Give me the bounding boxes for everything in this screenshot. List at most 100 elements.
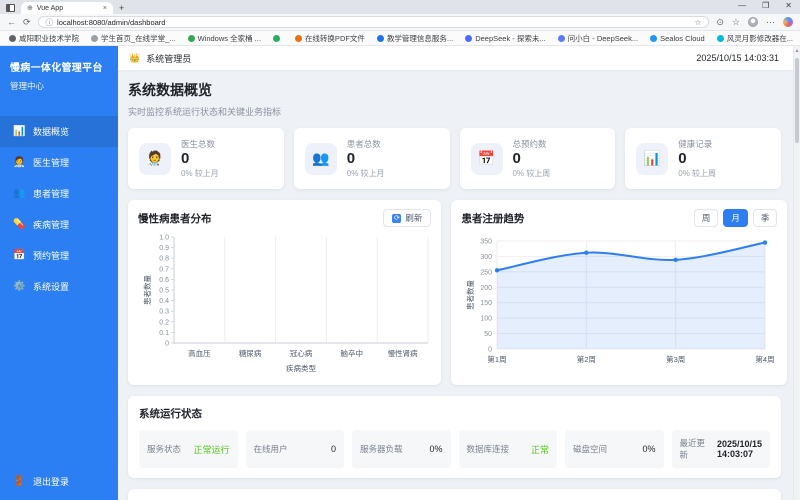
- sidebar-menu: 📊 数据概览 🧑‍⚕️ 医生管理 👥 患者管理 💊 疾病管理 📅 预约管理 ⚙️ 系统设置: [0, 116, 118, 465]
- scroll-up-icon[interactable]: ▲: [794, 46, 800, 54]
- copilot-icon[interactable]: [783, 17, 793, 27]
- trend-range-tabs: 周 月 季: [693, 209, 778, 227]
- tab-quarter[interactable]: 季: [752, 209, 778, 227]
- gear-icon: ⚙️: [13, 281, 26, 292]
- status-value: 0: [330, 444, 336, 454]
- url-text[interactable]: localhost:8080/admin/dashboard: [57, 18, 691, 27]
- tab-close-icon[interactable]: ×: [103, 5, 107, 12]
- svg-text:150: 150: [481, 300, 493, 307]
- svg-text:0.8: 0.8: [159, 256, 169, 263]
- page-scrollbar[interactable]: ▲: [793, 46, 800, 500]
- bookmark-item[interactable]: 问小白 - DeepSeek...: [557, 33, 639, 44]
- people-icon: 👥: [13, 188, 26, 199]
- status-online-users: 在线用户 0: [245, 430, 344, 468]
- dashboard-content: 系统数据概览 实时监控系统运行状态和关键业务指标 🧑‍⚕️ 医生总数 0 0% 较上…: [118, 70, 793, 500]
- status-value: 正常: [530, 444, 549, 455]
- bookmark-favicon: [716, 34, 724, 42]
- address-bar[interactable]: ⓘ localhost:8080/admin/dashboard ☆: [37, 16, 710, 28]
- bookmark-item[interactable]: 在线转换PDF文件: [294, 33, 365, 44]
- sidebar-item-label: 系统设置: [33, 282, 70, 292]
- bookmark-star-icon[interactable]: ☆: [695, 18, 702, 27]
- doctor-icon: 🧑‍⚕️: [139, 142, 171, 175]
- bookmark-item[interactable]: 咸阳职业技术学院: [9, 33, 79, 44]
- sidebar-item-appointments[interactable]: 📅 预约管理: [0, 240, 118, 271]
- svg-text:250: 250: [481, 269, 493, 276]
- sidebar-item-doctors[interactable]: 🧑‍⚕️ 医生管理: [0, 147, 118, 178]
- browser-menu-icon[interactable]: ⋯: [766, 17, 775, 27]
- stat-value: 0: [181, 150, 190, 167]
- bookmark-label: 在线转换PDF文件: [304, 33, 365, 43]
- sidebar-item-label: 医生管理: [33, 158, 70, 168]
- sidebar-item-patients[interactable]: 👥 患者管理: [0, 178, 118, 209]
- app-title: 慢病一体化管理平台: [10, 63, 103, 74]
- stat-delta: 0% 较上月: [181, 169, 219, 178]
- profile-avatar[interactable]: [748, 17, 758, 27]
- app-subtitle: 管理中心: [10, 81, 45, 91]
- svg-text:0.9: 0.9: [159, 245, 169, 252]
- tab-month[interactable]: 月: [723, 209, 748, 227]
- bookmark-item[interactable]: Windows 全家桶 ...: [187, 33, 261, 44]
- window-close-button[interactable]: ✕: [785, 1, 792, 10]
- stat-value: 0: [346, 150, 356, 167]
- sidebar-item-settings[interactable]: ⚙️ 系统设置: [0, 271, 118, 302]
- stat-value: 0: [678, 150, 687, 167]
- new-tab-button[interactable]: +: [119, 3, 124, 13]
- registration-trend-card: 患者注册趋势 周 月 季 0 50 100 150 200 250 300 350 第1周 第2周…: [451, 200, 788, 385]
- bookmark-item[interactable]: 教学管理信息服务...: [376, 33, 454, 44]
- bookmark-item[interactable]: Sealos Cloud: [650, 34, 705, 43]
- svg-text:冠心病: 冠心病: [290, 348, 313, 358]
- bookmark-favicon: [465, 34, 473, 42]
- svg-text:0: 0: [165, 341, 169, 348]
- admin-user-icon: 👑: [129, 52, 141, 63]
- refresh-button[interactable]: ⟳ 刷新: [383, 209, 432, 227]
- refresh-icon[interactable]: ⟳: [23, 17, 31, 27]
- sidebar-item-dashboard[interactable]: 📊 数据概览: [0, 116, 118, 147]
- refresh-icon: ⟳: [392, 213, 402, 223]
- bookmark-item[interactable]: [272, 34, 283, 42]
- tab-favicon-globe-icon: ⊕: [27, 5, 33, 12]
- bookmark-item[interactable]: 风灵月影修改器在...: [716, 33, 793, 44]
- window-maximize-button[interactable]: ❐: [762, 1, 769, 10]
- sidebar-item-diseases[interactable]: 💊 疾病管理: [0, 209, 118, 240]
- svg-text:患者数量: 患者数量: [142, 275, 152, 305]
- stat-delta: 0% 较上周: [512, 169, 551, 178]
- sidebar-item-label: 患者管理: [33, 189, 70, 199]
- svg-text:第1周: 第1周: [488, 354, 507, 364]
- stat-label: 总预约数: [512, 139, 547, 149]
- tab-week[interactable]: 周: [693, 209, 719, 227]
- charts-row: 慢性病患者分布 ⟳ 刷新 0 0.1 0.2 0.3 0.4 0.5 0.6 0.7 0.8 0.…: [128, 200, 788, 385]
- status-label: 磁盘空间: [573, 444, 608, 454]
- bookmark-label: 教学管理信息服务...: [386, 33, 454, 43]
- bookmark-item[interactable]: 学生首页_在线学堂_...: [91, 33, 176, 44]
- bookmark-favicon: [272, 34, 280, 42]
- calendar-icon: 📅: [13, 250, 26, 261]
- stat-label: 患者总数: [346, 139, 381, 149]
- window-minimize-button[interactable]: —: [738, 1, 746, 10]
- chart-icon: 📊: [636, 142, 669, 175]
- logout-button[interactable]: 🚪 退出登录: [0, 465, 118, 500]
- browser-tab[interactable]: ⊕ Vue App ×: [21, 2, 113, 14]
- status-label: 最近更新: [679, 438, 706, 460]
- status-last-update: 最近更新 2025/10/15 14:03:07: [671, 430, 770, 468]
- status-database: 数据库连接 正常: [458, 430, 557, 468]
- svg-text:100: 100: [481, 316, 493, 323]
- bookmark-favicon: [9, 34, 16, 42]
- browser-essentials-icon[interactable]: ⊙: [716, 17, 724, 27]
- bookmark-label: 学生首页_在线学堂_...: [101, 33, 176, 43]
- bookmark-item[interactable]: DeepSeek - 探索未...: [465, 33, 546, 44]
- site-info-icon[interactable]: ⓘ: [46, 17, 54, 28]
- tab-actions-icon[interactable]: [6, 4, 15, 12]
- browser-titlebar: ⊕ Vue App × + — ❐ ✕: [0, 0, 800, 14]
- svg-text:脑卒中: 脑卒中: [341, 348, 364, 358]
- back-icon[interactable]: ←: [7, 17, 16, 27]
- bookmark-favicon: [650, 34, 658, 42]
- browser-toolbar: ← ⟳ ⓘ localhost:8080/admin/dashboard ☆ ⊙…: [0, 14, 800, 31]
- scrollbar-thumb[interactable]: [795, 58, 799, 143]
- svg-text:糖尿病: 糖尿病: [239, 348, 262, 358]
- bookmark-label: 问小白 - DeepSeek...: [567, 33, 639, 43]
- svg-text:疾病类型: 疾病类型: [286, 363, 316, 373]
- svg-text:0.2: 0.2: [159, 319, 169, 326]
- favorites-icon[interactable]: ☆: [732, 17, 740, 27]
- svg-text:0.5: 0.5: [159, 288, 169, 295]
- page-subtitle: 实时监控系统运行状态和关键业务指标: [128, 107, 282, 117]
